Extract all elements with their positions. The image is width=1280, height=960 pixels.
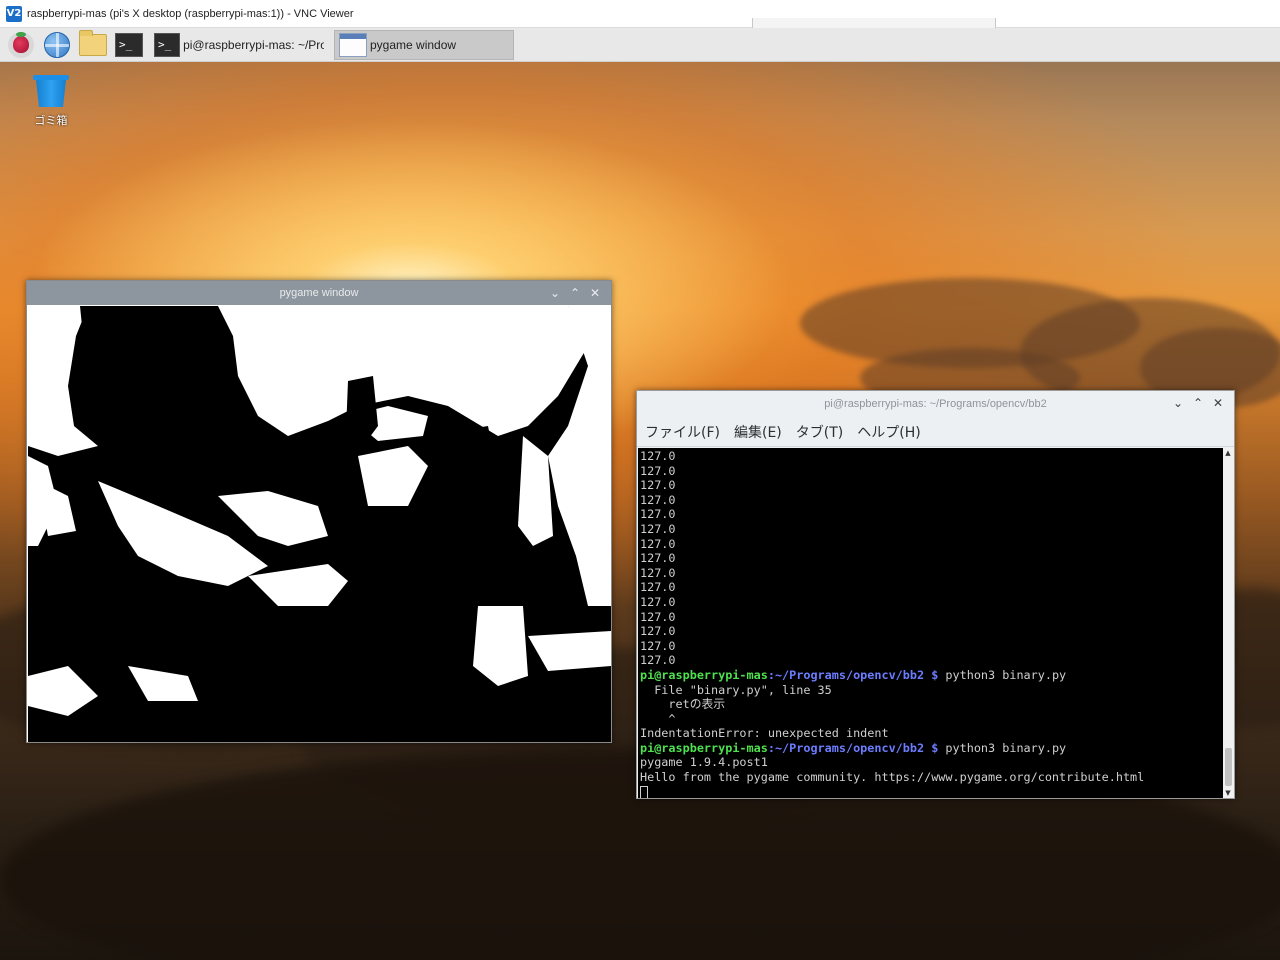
maximize-button[interactable]: ⌃ — [565, 283, 585, 303]
menu-tabs[interactable]: タブ(T) — [796, 422, 843, 442]
terminal-scrollbar[interactable]: ▲ ▼ — [1223, 448, 1233, 798]
terminal-line: 127.0 — [640, 478, 1224, 493]
terminal-line: pygame 1.9.4.post1 — [640, 755, 1224, 770]
terminal-line-text: 127.0 — [640, 565, 676, 580]
terminal-line-text: 127.0 — [640, 653, 676, 668]
close-button[interactable]: ✕ — [1208, 393, 1228, 413]
terminal-line-text: 127.0 — [640, 594, 676, 609]
terminal-line-text: 127.0 — [640, 449, 676, 463]
vnc-window-title: raspberrypi-mas (pi's X desktop (raspber… — [27, 7, 354, 20]
web-browser-icon — [44, 31, 70, 58]
terminal-line: 127.0 — [640, 595, 1224, 610]
terminal-line: File "binary.py", line 35 — [640, 683, 1224, 698]
file-manager-launcher[interactable] — [78, 29, 108, 60]
terminal-line-text: 127.0 — [640, 507, 676, 522]
trash-icon — [33, 72, 69, 108]
terminal-line-text: 127.0 — [640, 492, 676, 507]
terminal-line-text: retの表示 — [640, 697, 726, 712]
terminal-window: pi@raspberrypi-mas: ~/Programs/opencv/bb… — [636, 390, 1235, 799]
terminal-line-text: 127.0 — [640, 463, 676, 478]
prompt-path: :~/Programs/opencv/bb2 — [767, 740, 925, 755]
terminal-line: 127.0 — [640, 537, 1224, 552]
terminal-line: 127.0 — [640, 610, 1224, 625]
terminal-line — [640, 785, 1224, 798]
terminal-cursor — [640, 785, 648, 798]
terminal-line-text: Hello from the pygame community. https:/… — [640, 770, 1145, 785]
taskbar-task-label: pygame window — [370, 37, 457, 52]
terminal-line: Hello from the pygame community. https:/… — [640, 770, 1224, 785]
minimize-button[interactable]: ⌄ — [545, 283, 565, 303]
vnc-logo-icon: V2 — [6, 5, 22, 22]
maximize-button[interactable]: ⌃ — [1188, 393, 1208, 413]
terminal-window-title: pi@raspberrypi-mas: ~/Programs/opencv/bb… — [824, 398, 1047, 410]
terminal-line-text: pygame 1.9.4.post1 — [640, 755, 768, 770]
binary-image-render — [28, 306, 611, 742]
terminal-line: ^ — [640, 712, 1224, 727]
terminal-line: 127.0 — [640, 653, 1224, 668]
terminal-line-text: 127.0 — [640, 624, 676, 639]
binary-camera-image[interactable] — [28, 306, 611, 742]
web-browser-launcher[interactable] — [42, 30, 72, 60]
pygame-window-title: pygame window — [279, 287, 359, 299]
pygame-window: pygame window ⌄ ⌃ ✕ — [26, 280, 612, 743]
terminal-icon: >_ — [154, 32, 181, 57]
terminal-line: 127.0 — [640, 639, 1224, 654]
taskbar-task-pygame[interactable]: pygame window — [334, 29, 514, 60]
terminal-titlebar[interactable]: pi@raspberrypi-mas: ~/Programs/opencv/bb… — [637, 391, 1234, 417]
menu-file[interactable]: ファイル(F) — [645, 422, 720, 442]
terminal-menubar: ファイル(F) 編集(E) タブ(T) ヘルプ(H) — [637, 417, 1234, 447]
trash-label: ゴミ箱 — [34, 114, 68, 127]
terminal-line-text: 127.0 — [640, 580, 676, 595]
terminal-output[interactable]: 127.0 127.0 127.0 127.0 127.0 127.0 127.0 127.0… — [638, 448, 1224, 798]
taskbar-task-terminal[interactable]: >_ pi@raspberrypi-mas: ~/Pro... — [150, 30, 328, 60]
vnc-titlebar: V2 raspberrypi-mas (pi's X desktop (rasp… — [0, 0, 1280, 30]
terminal-line: 127.0 — [640, 624, 1224, 639]
file-manager-icon — [79, 29, 107, 56]
terminal-line-text: IndentationError: unexpected indent — [640, 726, 889, 741]
prompt-user: pi@raspberrypi-mas — [640, 667, 768, 682]
terminal-line: 127.0 — [640, 551, 1224, 566]
terminal-line-text: 127.0 — [640, 521, 676, 536]
prompt-symbol: $ — [924, 667, 946, 682]
terminal-line-text: ^ — [640, 711, 676, 726]
window-icon — [339, 32, 367, 57]
menu-help[interactable]: ヘルプ(H) — [857, 422, 920, 442]
terminal-line: 127.0 — [640, 464, 1224, 479]
prompt-symbol: $ — [924, 740, 946, 755]
prompt-path: :~/Programs/opencv/bb2 — [767, 667, 925, 682]
prompt-command: python3 binary.py — [945, 667, 1067, 682]
terminal-line: pi@raspberrypi-mas:~/Programs/opencv/bb2… — [640, 741, 1224, 756]
terminal-line: 127.0 — [640, 507, 1224, 522]
prompt-user: pi@raspberrypi-mas — [640, 740, 768, 755]
terminal-line-text: 127.0 — [640, 478, 676, 493]
scroll-up-arrow-icon[interactable]: ▲ — [1223, 448, 1233, 458]
terminal-line: retの表示 — [640, 697, 1224, 712]
pygame-titlebar[interactable]: pygame window ⌄ ⌃ ✕ — [27, 281, 611, 305]
prompt-command: python3 binary.py — [945, 740, 1067, 755]
terminal-line-text: 127.0 — [640, 609, 676, 624]
close-button[interactable]: ✕ — [585, 283, 605, 303]
terminal-line: pi@raspberrypi-mas:~/Programs/opencv/bb2… — [640, 668, 1224, 683]
minimize-button[interactable]: ⌄ — [1168, 393, 1188, 413]
terminal-line-text: 127.0 — [640, 551, 676, 566]
terminal-line: 127.0 — [640, 580, 1224, 595]
terminal-line-text: 127.0 — [640, 536, 676, 551]
terminal-line: 127.0 — [640, 566, 1224, 581]
desktop-trash[interactable]: ゴミ箱 — [26, 72, 76, 128]
scroll-thumb[interactable] — [1225, 748, 1232, 786]
terminal-line: 127.0 — [640, 522, 1224, 537]
menu-edit[interactable]: 編集(E) — [734, 422, 782, 442]
terminal-line: IndentationError: unexpected indent — [640, 726, 1224, 741]
raspberry-menu-icon — [8, 31, 34, 58]
taskbar: >_ >_ pi@raspberrypi-mas: ~/Pro... pygam… — [0, 28, 1280, 62]
terminal-line: 127.0 — [640, 493, 1224, 508]
terminal-line-text: File "binary.py", line 35 — [640, 682, 832, 697]
taskbar-task-label: pi@raspberrypi-mas: ~/Pro... — [183, 37, 324, 52]
terminal-icon: >_ — [115, 32, 143, 57]
terminal-launcher[interactable]: >_ — [114, 30, 144, 60]
terminal-line-text: 127.0 — [640, 638, 676, 653]
scroll-down-arrow-icon[interactable]: ▼ — [1223, 788, 1233, 798]
terminal-line: 127.0 — [640, 449, 1224, 464]
raspberry-menu-button[interactable] — [6, 30, 36, 60]
